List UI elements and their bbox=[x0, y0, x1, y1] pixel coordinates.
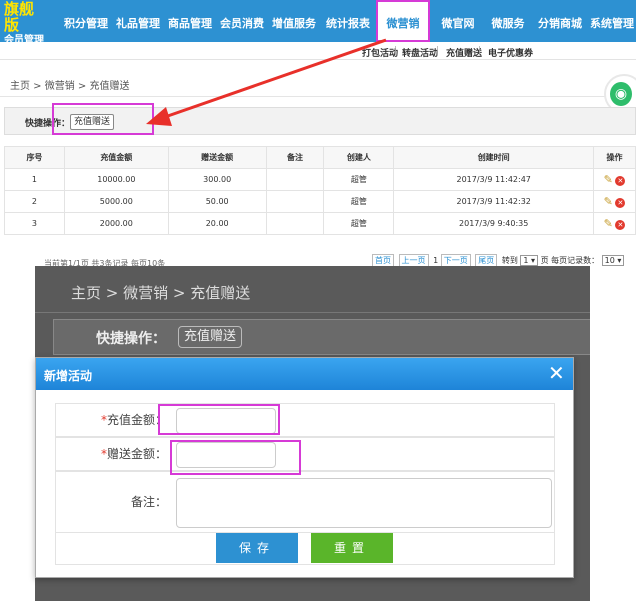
recharge-amount-label: *充值金额： bbox=[56, 404, 171, 436]
cell-time: 2017/3/9 11:42:47 bbox=[393, 168, 595, 191]
form-row-gift: *赠送金额： bbox=[55, 437, 555, 471]
cell-no: 3 bbox=[4, 212, 65, 235]
brand-title: 旗舰版 bbox=[4, 0, 35, 34]
cell-amount: 2000.00 bbox=[63, 212, 169, 235]
close-icon[interactable]: ✕ bbox=[548, 362, 565, 384]
nav-item-system[interactable]: 系统管理 bbox=[588, 0, 636, 42]
top-navigation: 旗舰版 会员管理 积分管理 礼品管理 商品管理 会员消费 增值服务 统计报表 微… bbox=[0, 0, 636, 45]
nav-item-gifts[interactable]: 礼品管理 bbox=[114, 0, 162, 42]
goto-label: 转到 bbox=[501, 256, 518, 265]
col-header: 创建时间 bbox=[393, 146, 595, 169]
save-button[interactable]: 保存 bbox=[216, 533, 298, 563]
cell-note bbox=[265, 168, 325, 191]
cell-amount: 5000.00 bbox=[63, 190, 169, 213]
reset-button[interactable]: 重置 bbox=[311, 533, 393, 563]
divider bbox=[35, 312, 590, 313]
activities-table: 序号 充值金额 赠送金额 备注 创建人 创建时间 操作 1 10000.00 3… bbox=[4, 146, 636, 235]
col-header: 备注 bbox=[265, 146, 325, 169]
gift-amount-label-text: 赠送金额： bbox=[106, 447, 167, 461]
form-row-actions bbox=[55, 533, 555, 565]
pencil-icon[interactable]: ✎ bbox=[604, 195, 613, 208]
nav-item-products[interactable]: 商品管理 bbox=[166, 0, 214, 42]
nav-item-distribution[interactable]: 分销商城 bbox=[534, 0, 586, 42]
table-row: 3 2000.00 20.00 超管 2017/3/9 9:40:35 ✎ ✕ bbox=[4, 212, 636, 235]
delete-icon[interactable]: ✕ bbox=[615, 176, 626, 186]
cell-time: 2017/3/9 9:40:35 bbox=[393, 212, 595, 235]
cell-note bbox=[265, 212, 325, 235]
zoomed-recharge-gift-button[interactable]: 充值赠送 bbox=[178, 326, 243, 348]
subnav-separator: | bbox=[394, 46, 398, 56]
subnav-wheel[interactable]: 转盘活动 bbox=[402, 46, 438, 59]
nav-item-value-added[interactable]: 增值服务 bbox=[270, 0, 318, 42]
table-row: 2 5000.00 50.00 超管 2017/3/9 11:42:32 ✎ ✕ bbox=[4, 190, 636, 213]
goto-unit: 页 bbox=[540, 256, 549, 265]
col-header: 赠送金额 bbox=[167, 146, 267, 169]
subnav-coupons[interactable]: 电子优惠券 bbox=[488, 46, 533, 59]
cell-actions: ✎ ✕ bbox=[593, 190, 636, 213]
col-header: 充值金额 bbox=[63, 146, 169, 169]
wifi-icon: ◉ bbox=[610, 82, 632, 106]
form-row-recharge: *充值金额： bbox=[55, 403, 555, 437]
cell-time: 2017/3/9 11:42:32 bbox=[393, 190, 595, 213]
cell-actions: ✎ ✕ bbox=[593, 168, 636, 191]
cell-amount: 10000.00 bbox=[63, 168, 169, 191]
cell-gift: 50.00 bbox=[167, 190, 267, 213]
note-label: 备注： bbox=[130, 495, 167, 509]
dialog-title: 新增活动 bbox=[44, 369, 93, 383]
sub-navigation: 打包活动 | 转盘活动 | 充值赠送 | 电子优惠券 bbox=[0, 42, 636, 60]
subnav-bundle[interactable]: 打包活动 bbox=[362, 46, 398, 59]
goto-page-value: 1 bbox=[523, 256, 529, 265]
zoomed-quick-actions-bar: 快捷操作： 充值赠送 bbox=[53, 319, 590, 355]
goto-page-select[interactable]: 1 ▾ bbox=[520, 255, 539, 266]
subnav-recharge[interactable]: 充值赠送 bbox=[446, 46, 482, 59]
form-row-note: 备注： bbox=[55, 471, 555, 533]
breadcrumb: 主页 > 微营销 > 充值赠送 bbox=[10, 81, 130, 92]
delete-icon[interactable]: ✕ bbox=[615, 220, 626, 230]
dialog-header: 新增活动 ✕ bbox=[36, 358, 573, 390]
delete-icon[interactable]: ✕ bbox=[615, 198, 626, 208]
zoomed-quick-label: 快捷操作： bbox=[96, 331, 166, 347]
col-header: 序号 bbox=[4, 146, 65, 169]
cell-gift: 300.00 bbox=[167, 168, 267, 191]
per-page-label: 每页记录数： bbox=[551, 256, 600, 265]
nav-item-consumption[interactable]: 会员消费 bbox=[218, 0, 266, 42]
subnav-separator: | bbox=[478, 46, 482, 56]
note-textarea[interactable] bbox=[176, 478, 552, 528]
cell-creator: 超管 bbox=[323, 190, 395, 213]
current-page: 1 bbox=[433, 256, 439, 265]
highlight-box bbox=[170, 440, 301, 475]
brand-logo[interactable]: 旗舰版 会员管理 bbox=[4, 0, 48, 46]
cell-creator: 超管 bbox=[323, 212, 395, 235]
cell-no: 2 bbox=[4, 190, 65, 213]
cell-note bbox=[265, 190, 325, 213]
table-row: 1 10000.00 300.00 超管 2017/3/9 11:42:47 ✎… bbox=[4, 168, 636, 191]
table-header-row: 序号 充值金额 赠送金额 备注 创建人 创建时间 操作 bbox=[4, 146, 636, 169]
col-header: 操作 bbox=[593, 146, 636, 169]
pencil-icon[interactable]: ✎ bbox=[604, 173, 613, 186]
divider bbox=[0, 96, 636, 97]
highlight-box bbox=[158, 404, 280, 435]
cell-no: 1 bbox=[4, 168, 65, 191]
zoomed-breadcrumb: 主页 > 微营销 > 充值赠送 bbox=[71, 284, 251, 302]
pencil-icon[interactable]: ✎ bbox=[604, 217, 613, 230]
per-page-select[interactable]: 10 ▾ bbox=[601, 255, 625, 266]
cell-creator: 超管 bbox=[323, 168, 395, 191]
col-header: 创建人 bbox=[323, 146, 395, 169]
nav-item-micro-marketing[interactable]: 微营销 bbox=[376, 0, 430, 42]
new-activity-dialog: 新增活动 ✕ *充值金额： *赠送金额： 备注： 保存 重置 bbox=[35, 357, 574, 578]
per-page-value: 10 bbox=[604, 256, 615, 265]
nav-item-micro-site[interactable]: 微官网 bbox=[434, 0, 482, 42]
nav-item-points[interactable]: 积分管理 bbox=[62, 0, 110, 42]
nav-item-micro-service[interactable]: 微服务 bbox=[484, 0, 532, 42]
cell-actions: ✎ ✕ bbox=[593, 212, 636, 235]
nav-item-reports[interactable]: 统计报表 bbox=[324, 0, 372, 42]
cell-gift: 20.00 bbox=[167, 212, 267, 235]
subnav-separator: | bbox=[436, 46, 440, 56]
highlight-box bbox=[52, 103, 154, 135]
gift-amount-label: *赠送金额： bbox=[56, 438, 171, 470]
